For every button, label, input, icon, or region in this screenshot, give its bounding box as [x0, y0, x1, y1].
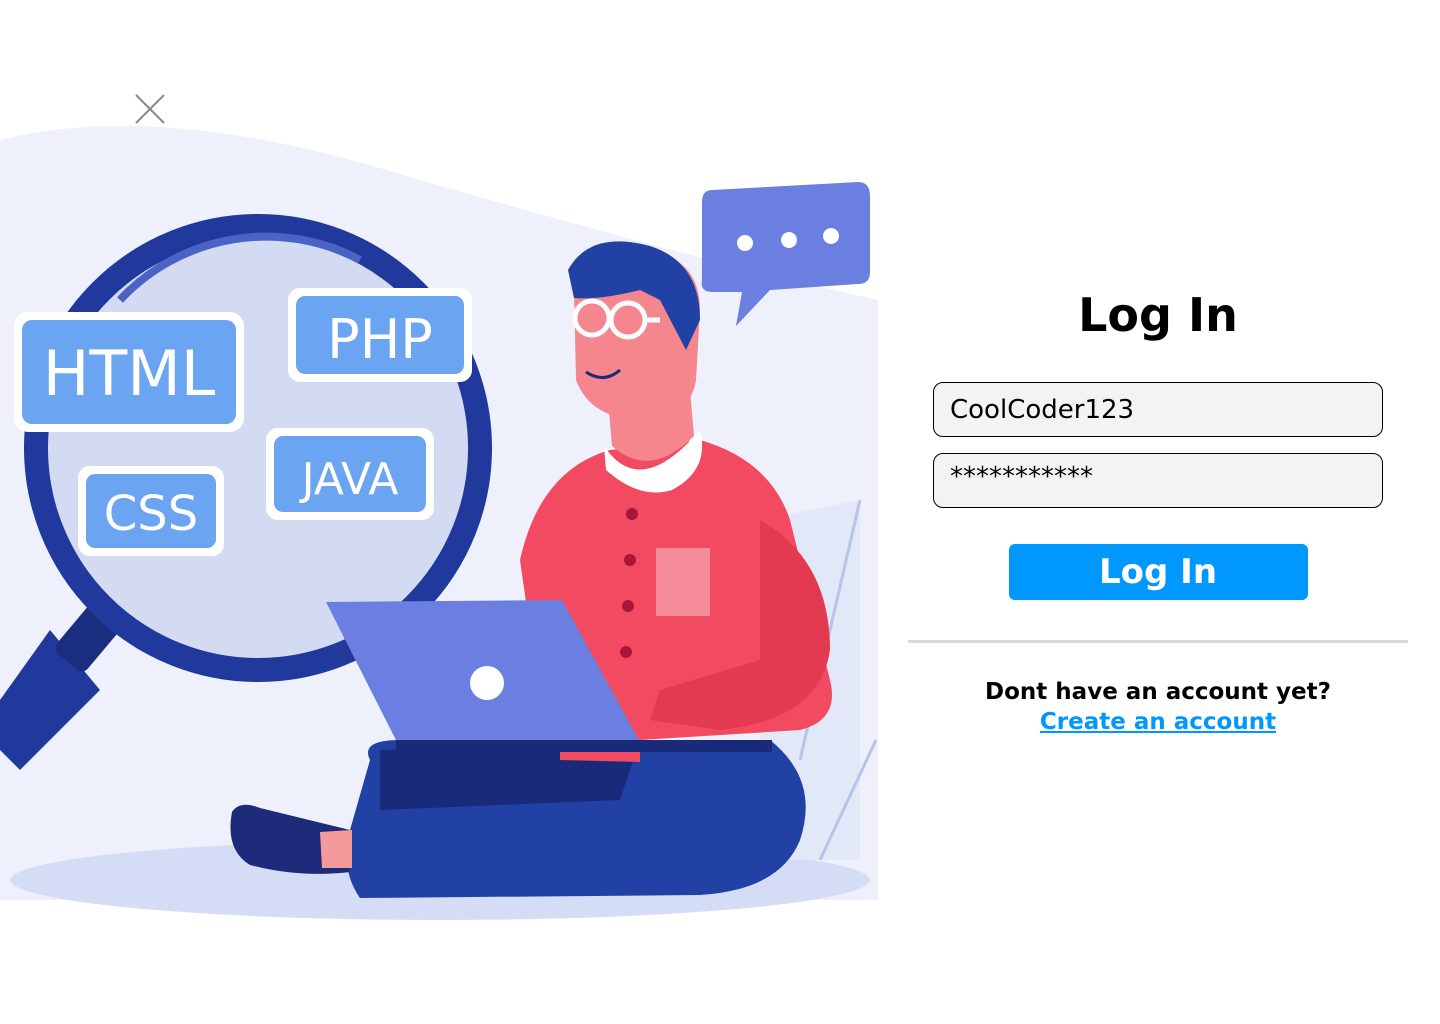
css-tag: CSS — [78, 466, 224, 556]
create-account-link[interactable]: Create an account — [908, 709, 1408, 735]
login-panel: Log In Log In Dont have an account yet? … — [908, 280, 1408, 735]
login-button[interactable]: Log In — [1008, 544, 1308, 600]
signup-prompt: Dont have an account yet? — [985, 679, 1331, 705]
java-tag: JAVA — [266, 428, 434, 520]
page-title: Log In — [1078, 288, 1238, 342]
username-field[interactable] — [933, 382, 1383, 437]
developer-illustration: HTML PHP JAVA CSS — [0, 125, 878, 920]
svg-text:CSS: CSS — [104, 486, 198, 542]
login-page: HTML PHP JAVA CSS Log In CoolCoder123 **… — [0, 0, 1440, 1024]
html-tag: HTML — [14, 312, 244, 432]
svg-text:HTML: HTML — [43, 337, 216, 410]
svg-text:PHP: PHP — [327, 308, 433, 371]
close-icon[interactable] — [133, 92, 167, 126]
php-tag: PHP — [288, 288, 472, 382]
divider — [908, 640, 1408, 643]
password-field[interactable] — [933, 453, 1383, 508]
svg-text:JAVA: JAVA — [299, 454, 399, 505]
